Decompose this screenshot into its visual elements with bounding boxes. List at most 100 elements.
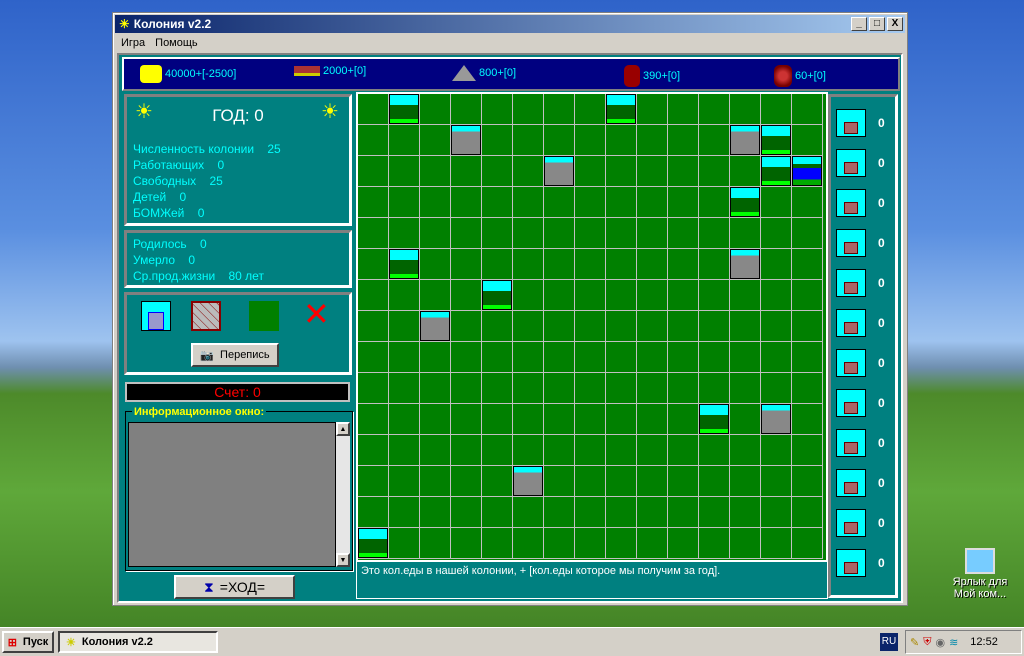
map-cell[interactable] xyxy=(761,373,792,404)
map-cell[interactable] xyxy=(575,218,606,249)
school-icon[interactable] xyxy=(836,349,866,377)
tray-icon-shield[interactable]: ⛨ xyxy=(923,636,931,649)
hut-icon[interactable] xyxy=(836,189,866,217)
mountain-tile-icon[interactable] xyxy=(420,311,450,341)
map-cell[interactable] xyxy=(637,218,668,249)
map-cell[interactable] xyxy=(544,311,575,342)
title-bar[interactable]: ☀ Колония v2.2 _ □ X xyxy=(115,15,905,33)
map-cell[interactable] xyxy=(389,404,420,435)
map-cell[interactable] xyxy=(358,404,389,435)
map-cell[interactable] xyxy=(606,187,637,218)
map-cell[interactable] xyxy=(513,125,544,156)
map-cell[interactable] xyxy=(575,497,606,528)
map-cell[interactable] xyxy=(358,311,389,342)
demolish-x-icon[interactable]: ✕ xyxy=(303,297,330,331)
quarry-icon[interactable] xyxy=(836,269,866,297)
map-cell[interactable] xyxy=(482,218,513,249)
map-cell[interactable] xyxy=(637,125,668,156)
map-cell[interactable] xyxy=(544,94,575,125)
mountain-tile-icon[interactable] xyxy=(761,404,791,434)
forest-tile-icon[interactable] xyxy=(761,125,791,155)
map-cell[interactable] xyxy=(513,373,544,404)
map-cell[interactable] xyxy=(668,218,699,249)
map-cell[interactable] xyxy=(451,342,482,373)
map-cell[interactable] xyxy=(513,218,544,249)
map-cell[interactable] xyxy=(420,218,451,249)
map-cell[interactable] xyxy=(730,497,761,528)
map-cell[interactable] xyxy=(575,373,606,404)
map-cell[interactable] xyxy=(606,466,637,497)
map-cell[interactable] xyxy=(699,435,730,466)
map-cell[interactable] xyxy=(420,249,451,280)
map-cell[interactable] xyxy=(668,249,699,280)
map-cell[interactable] xyxy=(668,497,699,528)
tray-icon-tools[interactable]: ✎ xyxy=(910,636,919,649)
map-cell[interactable] xyxy=(420,404,451,435)
language-indicator[interactable]: RU xyxy=(880,633,898,651)
map-cell[interactable] xyxy=(730,435,761,466)
map-cell[interactable] xyxy=(482,466,513,497)
map-cell[interactable] xyxy=(544,435,575,466)
map-cell[interactable] xyxy=(451,497,482,528)
map-cell[interactable] xyxy=(513,156,544,187)
building-item[interactable]: 0 xyxy=(836,189,885,217)
map-cell[interactable] xyxy=(420,528,451,559)
map-cell[interactable] xyxy=(451,528,482,559)
building-item[interactable]: 0 xyxy=(836,229,885,257)
map-cell[interactable] xyxy=(668,280,699,311)
field-icon[interactable] xyxy=(836,149,866,177)
map-cell[interactable] xyxy=(668,125,699,156)
map-cell[interactable] xyxy=(606,373,637,404)
tray-icon-speaker[interactable]: ◉ xyxy=(935,636,945,649)
map-cell[interactable] xyxy=(482,249,513,280)
map-cell[interactable] xyxy=(668,404,699,435)
map-cell[interactable] xyxy=(358,497,389,528)
map-cell[interactable] xyxy=(761,249,792,280)
map-cell[interactable] xyxy=(606,435,637,466)
map-cell[interactable] xyxy=(575,342,606,373)
map-cell[interactable] xyxy=(606,218,637,249)
mountain-tile-icon[interactable] xyxy=(544,156,574,186)
map-cell[interactable] xyxy=(761,342,792,373)
grass-icon[interactable] xyxy=(249,301,279,331)
map-cell[interactable] xyxy=(451,311,482,342)
map-cell[interactable] xyxy=(575,528,606,559)
map-cell[interactable] xyxy=(358,156,389,187)
map-cell[interactable] xyxy=(389,187,420,218)
map-cell[interactable] xyxy=(730,342,761,373)
map-cell[interactable] xyxy=(482,435,513,466)
mine-icon[interactable] xyxy=(836,469,866,497)
map-cell[interactable] xyxy=(699,156,730,187)
map-cell[interactable] xyxy=(606,497,637,528)
forest-tile-icon[interactable] xyxy=(358,528,388,558)
map-cell[interactable] xyxy=(761,218,792,249)
map-cell[interactable] xyxy=(575,435,606,466)
map-cell[interactable] xyxy=(358,435,389,466)
tray-icon-network[interactable]: ≋ xyxy=(949,636,958,649)
map-cell[interactable] xyxy=(792,435,823,466)
map-cell[interactable] xyxy=(761,528,792,559)
building-item[interactable]: 0 xyxy=(836,349,885,377)
map-cell[interactable] xyxy=(699,528,730,559)
map-cell[interactable] xyxy=(761,466,792,497)
map-cell[interactable] xyxy=(575,94,606,125)
map-cell[interactable] xyxy=(606,249,637,280)
map-cell[interactable] xyxy=(389,156,420,187)
map-cell[interactable] xyxy=(792,404,823,435)
forest-tile-icon[interactable] xyxy=(389,94,419,124)
menu-game[interactable]: Игра xyxy=(121,37,145,49)
map-cell[interactable] xyxy=(637,94,668,125)
map-cell[interactable] xyxy=(606,311,637,342)
map-cell[interactable] xyxy=(544,187,575,218)
map-cell[interactable] xyxy=(792,342,823,373)
map-cell[interactable] xyxy=(699,466,730,497)
map-cell[interactable] xyxy=(637,435,668,466)
map-cell[interactable] xyxy=(544,342,575,373)
map-cell[interactable] xyxy=(358,342,389,373)
sawmill-icon[interactable] xyxy=(836,229,866,257)
map-cell[interactable] xyxy=(699,94,730,125)
map-cell[interactable] xyxy=(792,497,823,528)
map-cell[interactable] xyxy=(668,466,699,497)
map-cell[interactable] xyxy=(544,497,575,528)
start-button[interactable]: ⊞ Пуск xyxy=(2,631,54,653)
